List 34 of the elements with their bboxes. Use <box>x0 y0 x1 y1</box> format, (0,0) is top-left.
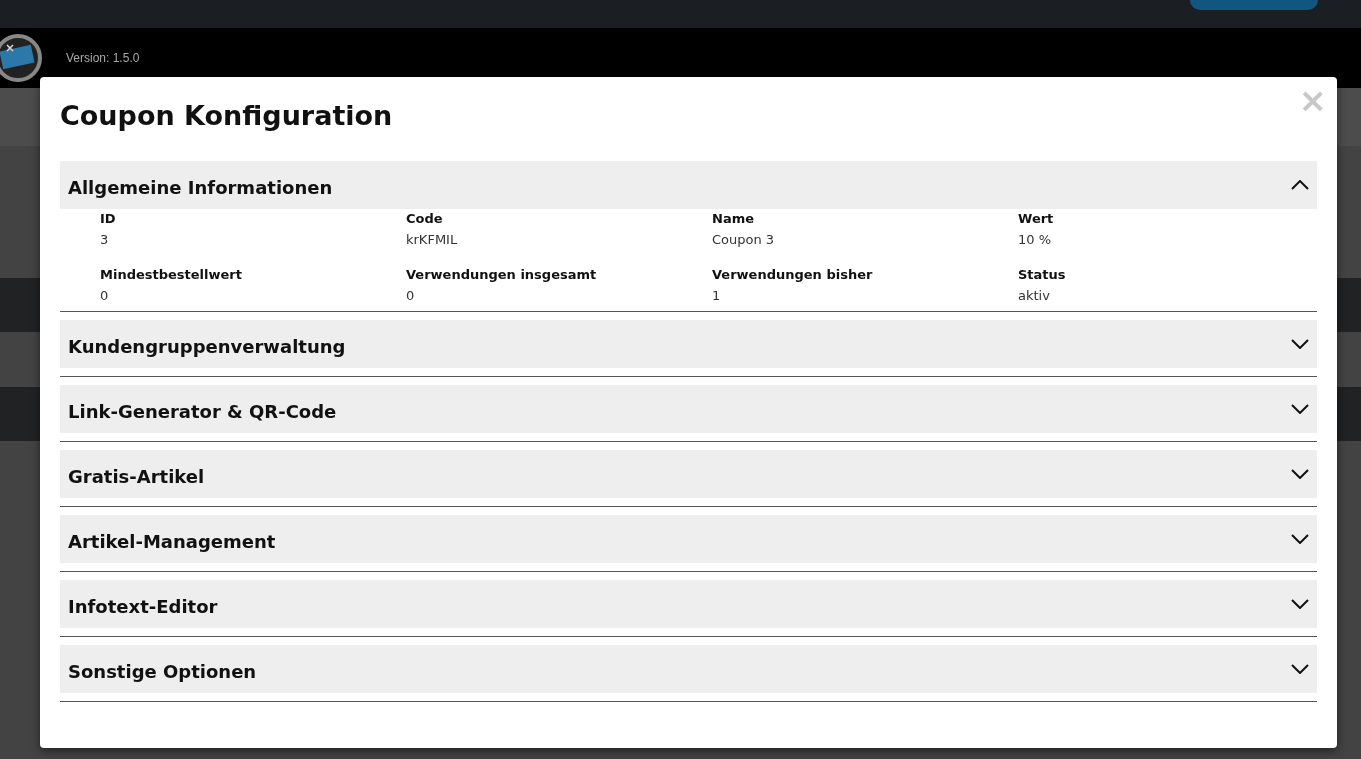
field-value: 3 <box>100 232 110 247</box>
chevron-down-icon <box>1291 664 1309 674</box>
field-value: krKFMIL <box>406 232 459 247</box>
section-header[interactable]: Artikel-Management <box>60 515 1317 563</box>
version-label: Version: 1.5.0 <box>66 51 140 65</box>
dialog-title: Coupon Konfiguration <box>60 99 393 133</box>
section-header[interactable]: Sonstige Optionen <box>60 645 1317 693</box>
chevron-down-icon <box>1291 339 1309 349</box>
field-value: 0 <box>100 288 110 303</box>
section-header[interactable]: Infotext-Editor <box>60 580 1317 628</box>
field-value: aktiv <box>1018 288 1051 303</box>
chevron-up-icon <box>1291 180 1309 190</box>
field-value: 1 <box>712 288 722 303</box>
chevron-down-icon <box>1291 469 1309 479</box>
field-label: Mindestbestellwert <box>100 267 243 282</box>
field-label: Verwendungen insgesamt <box>406 267 598 282</box>
chevron-down-icon <box>1291 404 1309 414</box>
field-label: Verwendungen bisher <box>712 267 874 282</box>
field-label: Wert <box>1018 211 1055 226</box>
coupon-logo-icon <box>0 32 42 84</box>
header-button[interactable] <box>1190 0 1318 10</box>
field-label: Status <box>1018 267 1067 282</box>
field-value: 0 <box>406 288 416 303</box>
section-header[interactable]: Link-Generator & QR-Code <box>60 385 1317 433</box>
field-label: Name <box>712 211 755 226</box>
section-header[interactable]: Kundengruppenverwaltung <box>60 320 1317 368</box>
chevron-down-icon <box>1291 599 1309 609</box>
field-label: Code <box>406 211 444 226</box>
field-value: 10 % <box>1018 232 1053 247</box>
section-header[interactable]: Gratis-Artikel <box>60 450 1317 498</box>
field-value: Coupon 3 <box>712 232 776 247</box>
chevron-down-icon <box>1291 534 1309 544</box>
field-label: ID <box>100 211 117 226</box>
section-header[interactable]: Allgemeine Informationen <box>60 161 1317 209</box>
